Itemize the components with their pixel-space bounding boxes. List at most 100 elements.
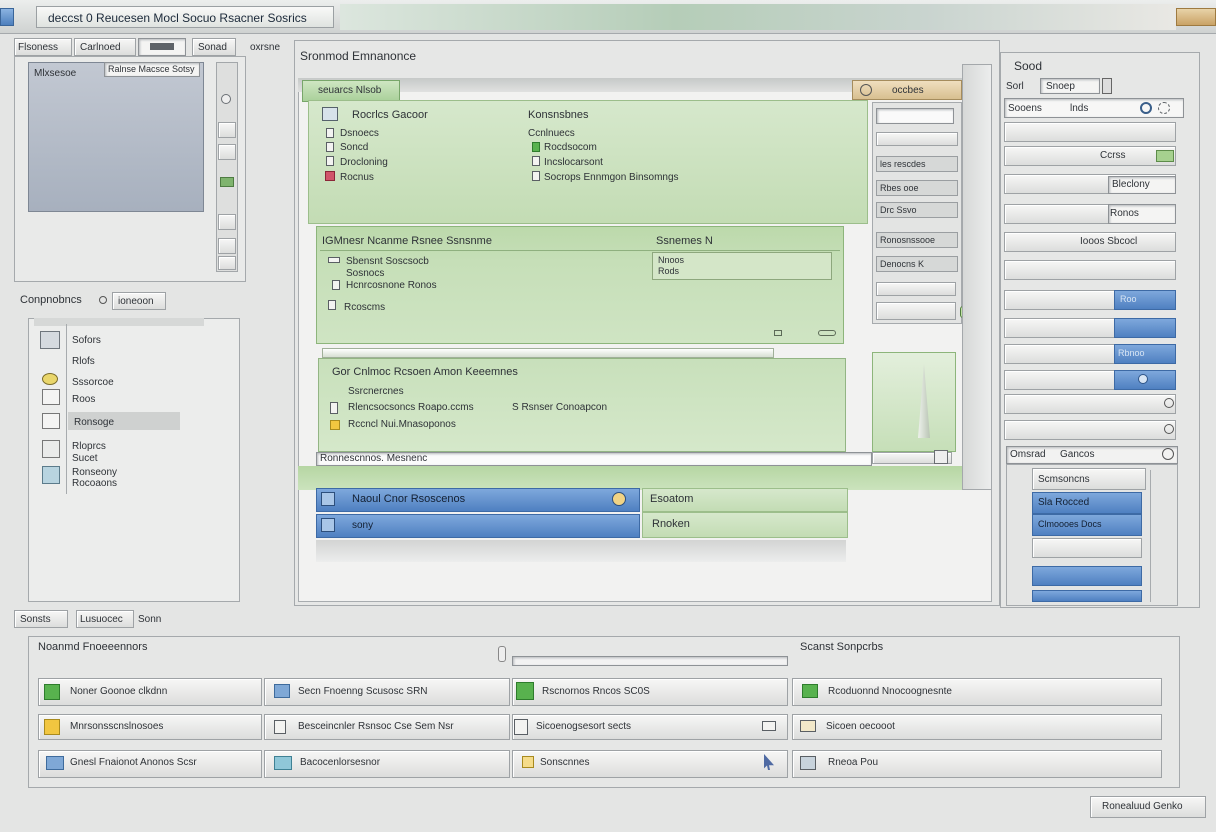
right-search-value: lnds <box>1070 103 1089 114</box>
right-field-10-icon[interactable] <box>1164 398 1174 408</box>
right-field-9-knob[interactable] <box>1138 374 1148 384</box>
right-search-label: Sooens <box>1008 103 1042 114</box>
side-preview-btn[interactable] <box>934 450 948 464</box>
preview-image <box>28 62 204 212</box>
component-list-header <box>34 318 204 326</box>
right-sub-item-3[interactable] <box>1032 566 1142 586</box>
section-2-left-item-3[interactable]: Rcoscms <box>344 302 385 313</box>
green-strip <box>298 466 982 490</box>
side-field-0[interactable] <box>876 108 954 124</box>
rocdsocom-icon <box>532 142 540 152</box>
tool-button-4[interactable] <box>218 238 236 254</box>
right-field-11-icon[interactable] <box>1164 424 1174 434</box>
section-1-right-item-0[interactable]: Ccnlnuecs <box>528 128 575 139</box>
section-3-item-1[interactable]: Rlencsocsoncs Roapo.ccms <box>348 402 474 413</box>
right-field-5[interactable] <box>1004 260 1176 280</box>
right-sub-item-2[interactable] <box>1032 538 1142 558</box>
tool-button-1[interactable] <box>218 122 236 138</box>
dropdown-fill <box>150 43 174 50</box>
tool-button-5[interactable] <box>218 256 236 270</box>
right-field-0[interactable] <box>1004 122 1176 142</box>
bottom-scroll-icon[interactable] <box>498 646 506 662</box>
grid-cell-0-1-label: Secn Fnoenng Scusosc SRN <box>298 686 428 697</box>
footer-icon-1[interactable] <box>774 330 782 336</box>
grid-cell-2-3-label: Rneoa Pou <box>828 757 879 768</box>
right-field-1[interactable] <box>1004 146 1176 166</box>
right-tab-icon[interactable] <box>1102 78 1112 94</box>
tool-button-2[interactable] <box>218 144 236 160</box>
section-1-right-item-3[interactable]: Socrops Ennmgon Binsomngs <box>544 172 679 183</box>
grid-cell-2-0-label: Gnesl Fnaionot Anonos Scsr <box>70 757 197 768</box>
section-2-left-item-0[interactable]: Sbensnt Soscsocb <box>346 256 429 267</box>
tool-button-3[interactable] <box>218 214 236 230</box>
center-scroll-track[interactable] <box>962 64 992 490</box>
bottom-bar-0-label: Naoul Cnor Rsoscenos <box>352 493 466 505</box>
bottom-title-left: Noanmd Fnoeeennors <box>38 641 148 653</box>
bottom-bar-1-icon <box>321 518 335 532</box>
list-item-sofors[interactable]: Sofors <box>72 335 101 346</box>
grid-cell-1-2-end-icon[interactable] <box>762 721 776 731</box>
component-list-divider <box>66 324 67 494</box>
section-1-right-item-1[interactable]: Rocdsocom <box>544 142 597 153</box>
list-item-sucet[interactable]: Sucet <box>72 453 98 464</box>
right-tab-sorl[interactable]: Sorl <box>1006 81 1024 92</box>
section-1-title-left: Rocrlcs Gacoor <box>352 109 428 121</box>
list-item-rocoaons[interactable]: Rocoaons <box>72 478 117 489</box>
section-3-item-0[interactable]: Ssrcnercnes <box>348 386 404 397</box>
bottom-side-0-label: Esoatom <box>650 493 694 505</box>
right-field-1-value: Ccrss <box>1100 150 1126 161</box>
grid-cell-0-2-label: Rscnornos Rncos SC0S <box>542 686 650 697</box>
scroll-circle-icon[interactable] <box>221 94 231 104</box>
side-field-6-label: Denocns K <box>880 259 925 269</box>
side-field-1[interactable] <box>876 132 958 146</box>
right-sub-item-0-label: Sla Rocced <box>1038 497 1090 508</box>
side-field-7[interactable] <box>876 282 956 296</box>
right-search-gear-icon[interactable] <box>1158 102 1170 114</box>
list-item-sssorcoe[interactable]: Sssorcoe <box>72 377 114 388</box>
window-control[interactable] <box>1176 8 1216 26</box>
status-tab-lusuocec-label: Lusuocec <box>80 614 123 625</box>
right-subpanel-title2: Gancos <box>1060 449 1095 460</box>
right-subpanel-icon[interactable] <box>1162 448 1174 460</box>
list-item-rloprcs[interactable]: Rloprcs <box>72 441 106 452</box>
right-field-11[interactable] <box>1004 420 1176 440</box>
bottom-bars-shadow <box>316 540 846 562</box>
section-1-right-item-2[interactable]: Incslocarsont <box>544 157 603 168</box>
section-3-item-2[interactable]: Rccncl Nui.Mnasoponos <box>348 419 456 430</box>
side-preview <box>872 352 956 452</box>
list-item-roos[interactable]: Roos <box>72 394 95 405</box>
right-field-7-slider[interactable] <box>1114 318 1176 338</box>
address-bar-text: Ronnescnnos. Mesnenc <box>320 453 428 464</box>
grid-cell-0-0-label: Noner Goonoe clkdnn <box>70 686 168 697</box>
tool-green-icon[interactable] <box>220 177 234 187</box>
section-2-left-item-1[interactable]: Sosnocs <box>346 268 384 279</box>
section-1-left-item-3[interactable]: Rocnus <box>340 172 374 183</box>
preview-field-text: Ralnse Macsce Sotsy <box>108 64 195 74</box>
footer-icon-2[interactable] <box>818 330 836 336</box>
tab-oxrsne-label[interactable]: oxrsne <box>250 42 280 53</box>
group-radio-icon[interactable] <box>99 296 107 304</box>
section-2-left-item-2[interactable]: Hcnrcosnone Ronos <box>346 280 437 291</box>
right-sub-item-4[interactable] <box>1032 590 1142 602</box>
section-1-left-item-0[interactable]: Dsnoecs <box>340 128 379 139</box>
right-field-1-green-icon[interactable] <box>1156 150 1174 162</box>
right-search-icon[interactable] <box>1140 102 1152 114</box>
bottom-bar-0-circle-icon[interactable] <box>612 492 626 506</box>
side-field-8[interactable] <box>876 302 956 320</box>
status-tab-sonn-label[interactable]: Sonn <box>138 614 161 625</box>
right-field-3-value: Ronos <box>1110 208 1139 219</box>
window-title: deccst 0 Reucesen Mocl Socuo Rsacner Sos… <box>48 11 307 25</box>
section-3-right-item[interactable]: S Rsnser Conoapcon <box>512 402 607 413</box>
tab-flsoness-label: Flsoness <box>18 42 59 53</box>
section-2-rule <box>320 250 840 251</box>
section-3-topbar <box>322 348 774 358</box>
list-item-ronseony[interactable]: Ronseony <box>72 467 117 478</box>
section-1-left-item-1[interactable]: Soncd <box>340 142 368 153</box>
right-field-10[interactable] <box>1004 394 1176 414</box>
rccncl-icon <box>330 420 340 430</box>
section-1-left-item-2[interactable]: Drocloning <box>340 157 388 168</box>
dsnoecs-icon <box>326 128 334 138</box>
rcoscms-icon <box>328 300 336 310</box>
section-2-footer-icons <box>772 328 842 338</box>
list-item-rlofs[interactable]: Rlofs <box>72 356 95 367</box>
